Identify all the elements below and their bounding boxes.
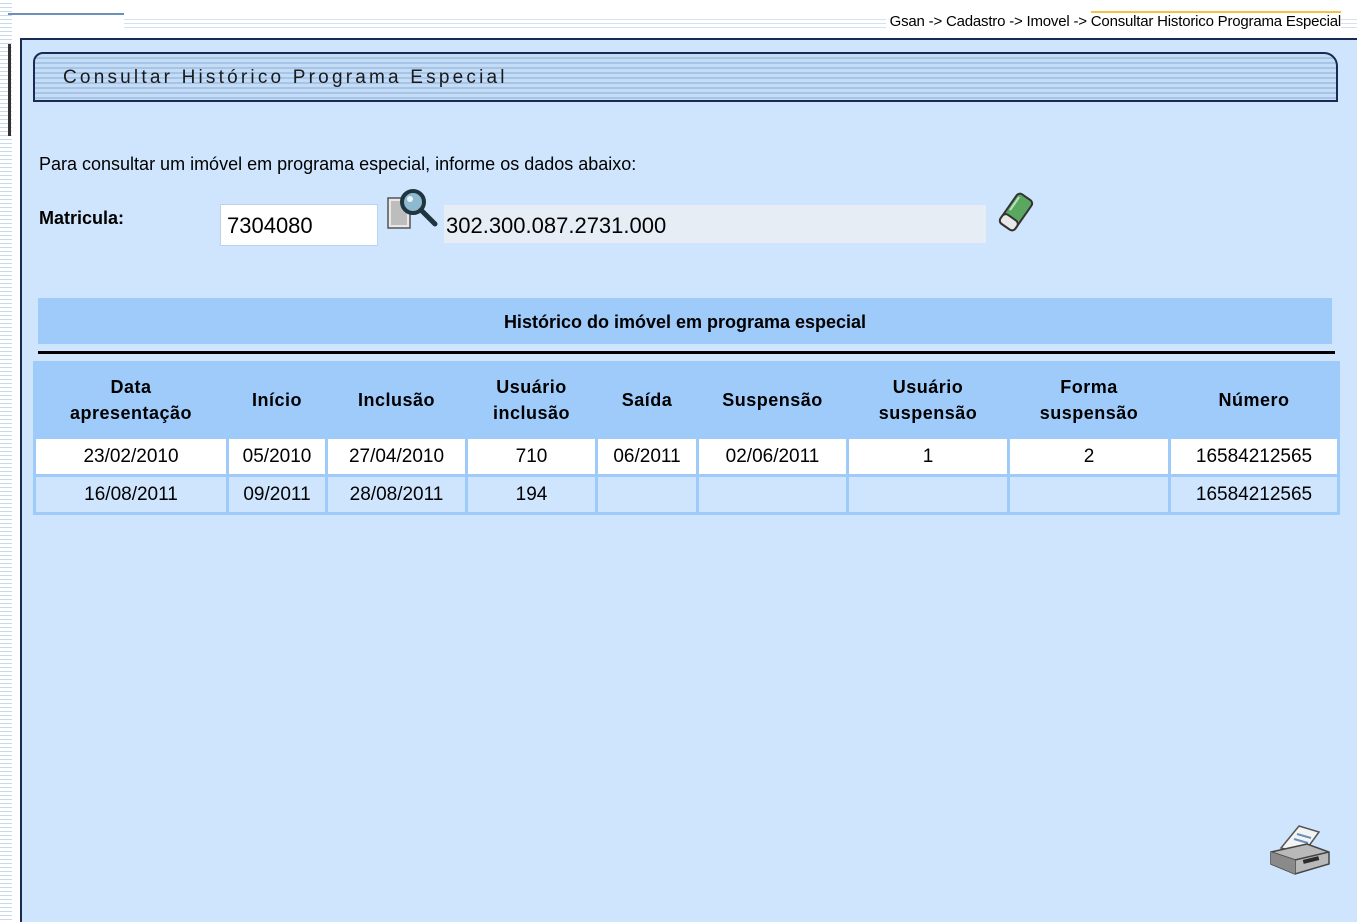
cell-usuario-inclusao: 710 [468, 439, 595, 474]
instruction-text: Para consultar um imóvel em programa esp… [39, 154, 637, 174]
breadcrumb-current: Consultar Historico Programa Especial [1090, 11, 1341, 30]
cell-data-apresentacao: 16/08/2011 [36, 477, 226, 512]
cell-usuario-suspensao: 1 [849, 439, 1007, 474]
history-section-title: Histórico do imóvel em programa especial [38, 298, 1332, 344]
col-numero: Número [1171, 364, 1337, 436]
breadcrumb-path: Gsan -> Cadastro -> Imovel -> [889, 13, 1091, 30]
cell-saida: 06/2011 [598, 439, 696, 474]
history-table-header: Data apresentação Início Inclusão Usuário… [36, 364, 1337, 436]
cell-suspensao [699, 477, 846, 512]
cell-inicio: 05/2010 [229, 439, 325, 474]
title-bar: Consultar Histórico Programa Especial [33, 52, 1338, 102]
eraser-icon[interactable] [996, 190, 1036, 234]
cell-usuario-inclusao: 194 [468, 477, 595, 512]
cell-suspensao: 02/06/2011 [699, 439, 846, 474]
cell-saida [598, 477, 696, 512]
table-row: 23/02/2010 05/2010 27/04/2010 710 06/201… [36, 439, 1337, 474]
col-inicio: Início [229, 364, 325, 436]
cell-inicio: 09/2011 [229, 477, 325, 512]
cell-data-apresentacao: 23/02/2010 [36, 439, 226, 474]
matricula-label: Matricula: [39, 208, 125, 228]
history-table: Data apresentação Início Inclusão Usuário… [33, 361, 1340, 515]
col-suspensao: Suspensão [699, 364, 846, 436]
col-data-apresentacao: Data apresentação [36, 364, 226, 436]
matricula-input[interactable]: 7304080 [220, 204, 378, 246]
table-row: 16/08/2011 09/2011 28/08/2011 194 165842… [36, 477, 1337, 512]
cell-forma-suspensao [1010, 477, 1168, 512]
col-saida: Saída [598, 364, 696, 436]
col-forma-suspensao: Forma suspensão [1010, 364, 1168, 436]
search-icon[interactable] [385, 188, 439, 236]
breadcrumb: Gsan -> Cadastro -> Imovel -> Consultar … [885, 11, 1341, 30]
cell-numero: 16584212565 [1171, 477, 1337, 512]
cell-inclusao: 27/04/2010 [328, 439, 465, 474]
cell-usuario-suspensao [849, 477, 1007, 512]
printer-icon[interactable] [1267, 818, 1333, 878]
address-readonly-field: 302.300.087.2731.000 [444, 205, 986, 243]
col-inclusao: Inclusão [328, 364, 465, 436]
top-left-rule [8, 13, 124, 15]
cell-inclusao: 28/08/2011 [328, 477, 465, 512]
col-usuario-suspensao: Usuário suspensão [849, 364, 1007, 436]
cell-forma-suspensao: 2 [1010, 439, 1168, 474]
left-bracket-decoration [8, 44, 15, 136]
section-divider [38, 351, 1335, 354]
left-decorative-stripe [0, 0, 12, 922]
cell-numero: 16584212565 [1171, 439, 1337, 474]
page-title: Consultar Histórico Programa Especial [63, 67, 508, 88]
col-usuario-inclusao: Usuário inclusão [468, 364, 595, 436]
